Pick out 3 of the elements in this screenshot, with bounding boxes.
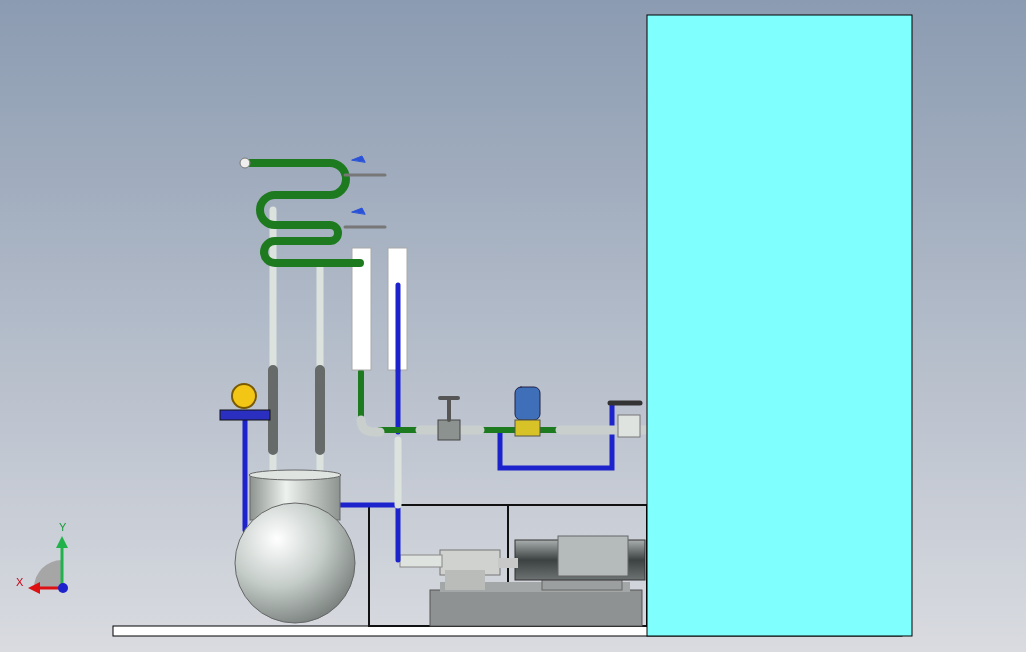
axis-triad-icon [28, 536, 68, 594]
y-axis-label: Y [59, 522, 67, 533]
x-axis-label: X [16, 577, 24, 588]
